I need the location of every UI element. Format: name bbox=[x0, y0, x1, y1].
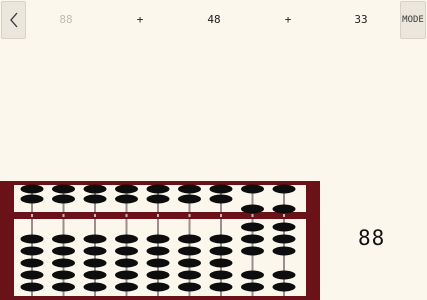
abacus-bead-lower bbox=[241, 234, 264, 244]
abacus-bead-lower bbox=[241, 246, 264, 256]
abacus-bead-upper bbox=[146, 184, 170, 194]
abacus-bead-lower bbox=[272, 234, 296, 244]
equation-term-2: 48 bbox=[207, 13, 221, 26]
equation-operator-1: + bbox=[136, 13, 144, 26]
abacus-bead-lower bbox=[20, 234, 44, 244]
abacus-frame-bottom bbox=[0, 296, 320, 300]
abacus-bead-lower bbox=[209, 282, 233, 292]
abacus-bead-upper bbox=[241, 204, 264, 214]
abacus-frame-top bbox=[0, 181, 320, 185]
abacus-bead-lower bbox=[178, 246, 201, 256]
abacus-bead-lower bbox=[146, 270, 170, 280]
abacus-beam-mark bbox=[188, 214, 191, 217]
abacus-bead-lower bbox=[52, 258, 75, 268]
abacus-bead-lower bbox=[52, 270, 75, 280]
abacus-bead-lower bbox=[146, 258, 170, 268]
abacus-bead-lower bbox=[272, 282, 296, 292]
abacus-bead-lower bbox=[115, 246, 138, 256]
abacus-bead-lower bbox=[209, 246, 233, 256]
abacus-bead-lower bbox=[52, 246, 75, 256]
abacus-bead-lower bbox=[83, 258, 107, 268]
abacus-bead-upper bbox=[209, 184, 233, 194]
abacus-bead-lower bbox=[115, 270, 138, 280]
result-display: 88 bbox=[358, 226, 386, 250]
abacus-bead-lower bbox=[20, 270, 44, 280]
abacus-bead-lower bbox=[20, 246, 44, 256]
abacus-bead-upper bbox=[83, 194, 107, 204]
abacus-bead-lower bbox=[146, 234, 170, 244]
abacus-bead-upper bbox=[115, 184, 138, 194]
abacus-beam-mark bbox=[283, 214, 285, 217]
abacus-bead-lower bbox=[241, 222, 264, 232]
abacus-frame-left bbox=[0, 181, 14, 300]
equation-operator-2: + bbox=[284, 13, 292, 26]
abacus-bead-lower bbox=[83, 282, 107, 292]
abacus-bead-lower bbox=[83, 270, 107, 280]
abacus-bead-lower bbox=[178, 270, 201, 280]
abacus-bead-lower bbox=[272, 270, 296, 280]
abacus-bead-lower bbox=[272, 246, 296, 256]
abacus-bead-lower bbox=[209, 258, 233, 268]
abacus-beam-mark bbox=[157, 214, 159, 217]
top-bar: 88 + 48 + 33 MODE bbox=[0, 0, 427, 40]
abacus-bead-upper bbox=[52, 194, 75, 204]
abacus-bead-lower bbox=[115, 258, 138, 268]
abacus-bead-lower bbox=[52, 234, 75, 244]
abacus-bead-lower bbox=[178, 258, 201, 268]
abacus-beam bbox=[0, 212, 320, 219]
abacus-bead-lower bbox=[115, 234, 138, 244]
abacus-beam-mark bbox=[62, 214, 65, 217]
abacus bbox=[0, 181, 320, 300]
abacus-bead-lower bbox=[115, 282, 138, 292]
abacus-bead-upper bbox=[272, 204, 296, 214]
chevron-left-icon bbox=[9, 12, 17, 28]
mode-button[interactable]: MODE bbox=[400, 1, 426, 39]
back-button[interactable] bbox=[1, 1, 26, 39]
abacus-bead-lower bbox=[241, 270, 264, 280]
abacus-bead-lower bbox=[83, 234, 107, 244]
abacus-bead-upper bbox=[146, 194, 170, 204]
abacus-bead-upper bbox=[178, 194, 201, 204]
abacus-bead-upper bbox=[272, 184, 296, 194]
equation-term-1: 88 bbox=[59, 13, 73, 26]
abacus-bead-upper bbox=[20, 194, 44, 204]
abacus-bead-upper bbox=[20, 184, 44, 194]
abacus-frame-right bbox=[306, 181, 320, 300]
abacus-bead-lower bbox=[83, 246, 107, 256]
abacus-bead-upper bbox=[115, 194, 138, 204]
equation-term-3: 33 bbox=[354, 13, 368, 26]
abacus-beam-mark bbox=[251, 214, 254, 217]
abacus-bead-lower bbox=[272, 222, 296, 232]
abacus-bead-lower bbox=[178, 282, 201, 292]
abacus-bead-lower bbox=[52, 282, 75, 292]
abacus-bead-upper bbox=[83, 184, 107, 194]
abacus-bead-lower bbox=[209, 270, 233, 280]
abacus-bead-upper bbox=[241, 184, 264, 194]
abacus-bead-lower bbox=[146, 246, 170, 256]
abacus-bead-upper bbox=[178, 184, 201, 194]
abacus-beam-mark bbox=[94, 214, 96, 217]
abacus-bead-lower bbox=[178, 234, 201, 244]
abacus-bead-lower bbox=[146, 282, 170, 292]
abacus-bead-lower bbox=[209, 234, 233, 244]
abacus-bead-lower bbox=[20, 258, 44, 268]
abacus-bead-lower bbox=[241, 282, 264, 292]
abacus-beam-mark bbox=[125, 214, 128, 217]
abacus-beam-mark bbox=[220, 214, 222, 217]
abacus-bead-lower bbox=[20, 282, 44, 292]
abacus-bead-upper bbox=[209, 194, 233, 204]
abacus-bead-upper bbox=[52, 184, 75, 194]
abacus-beam-mark bbox=[31, 214, 33, 217]
